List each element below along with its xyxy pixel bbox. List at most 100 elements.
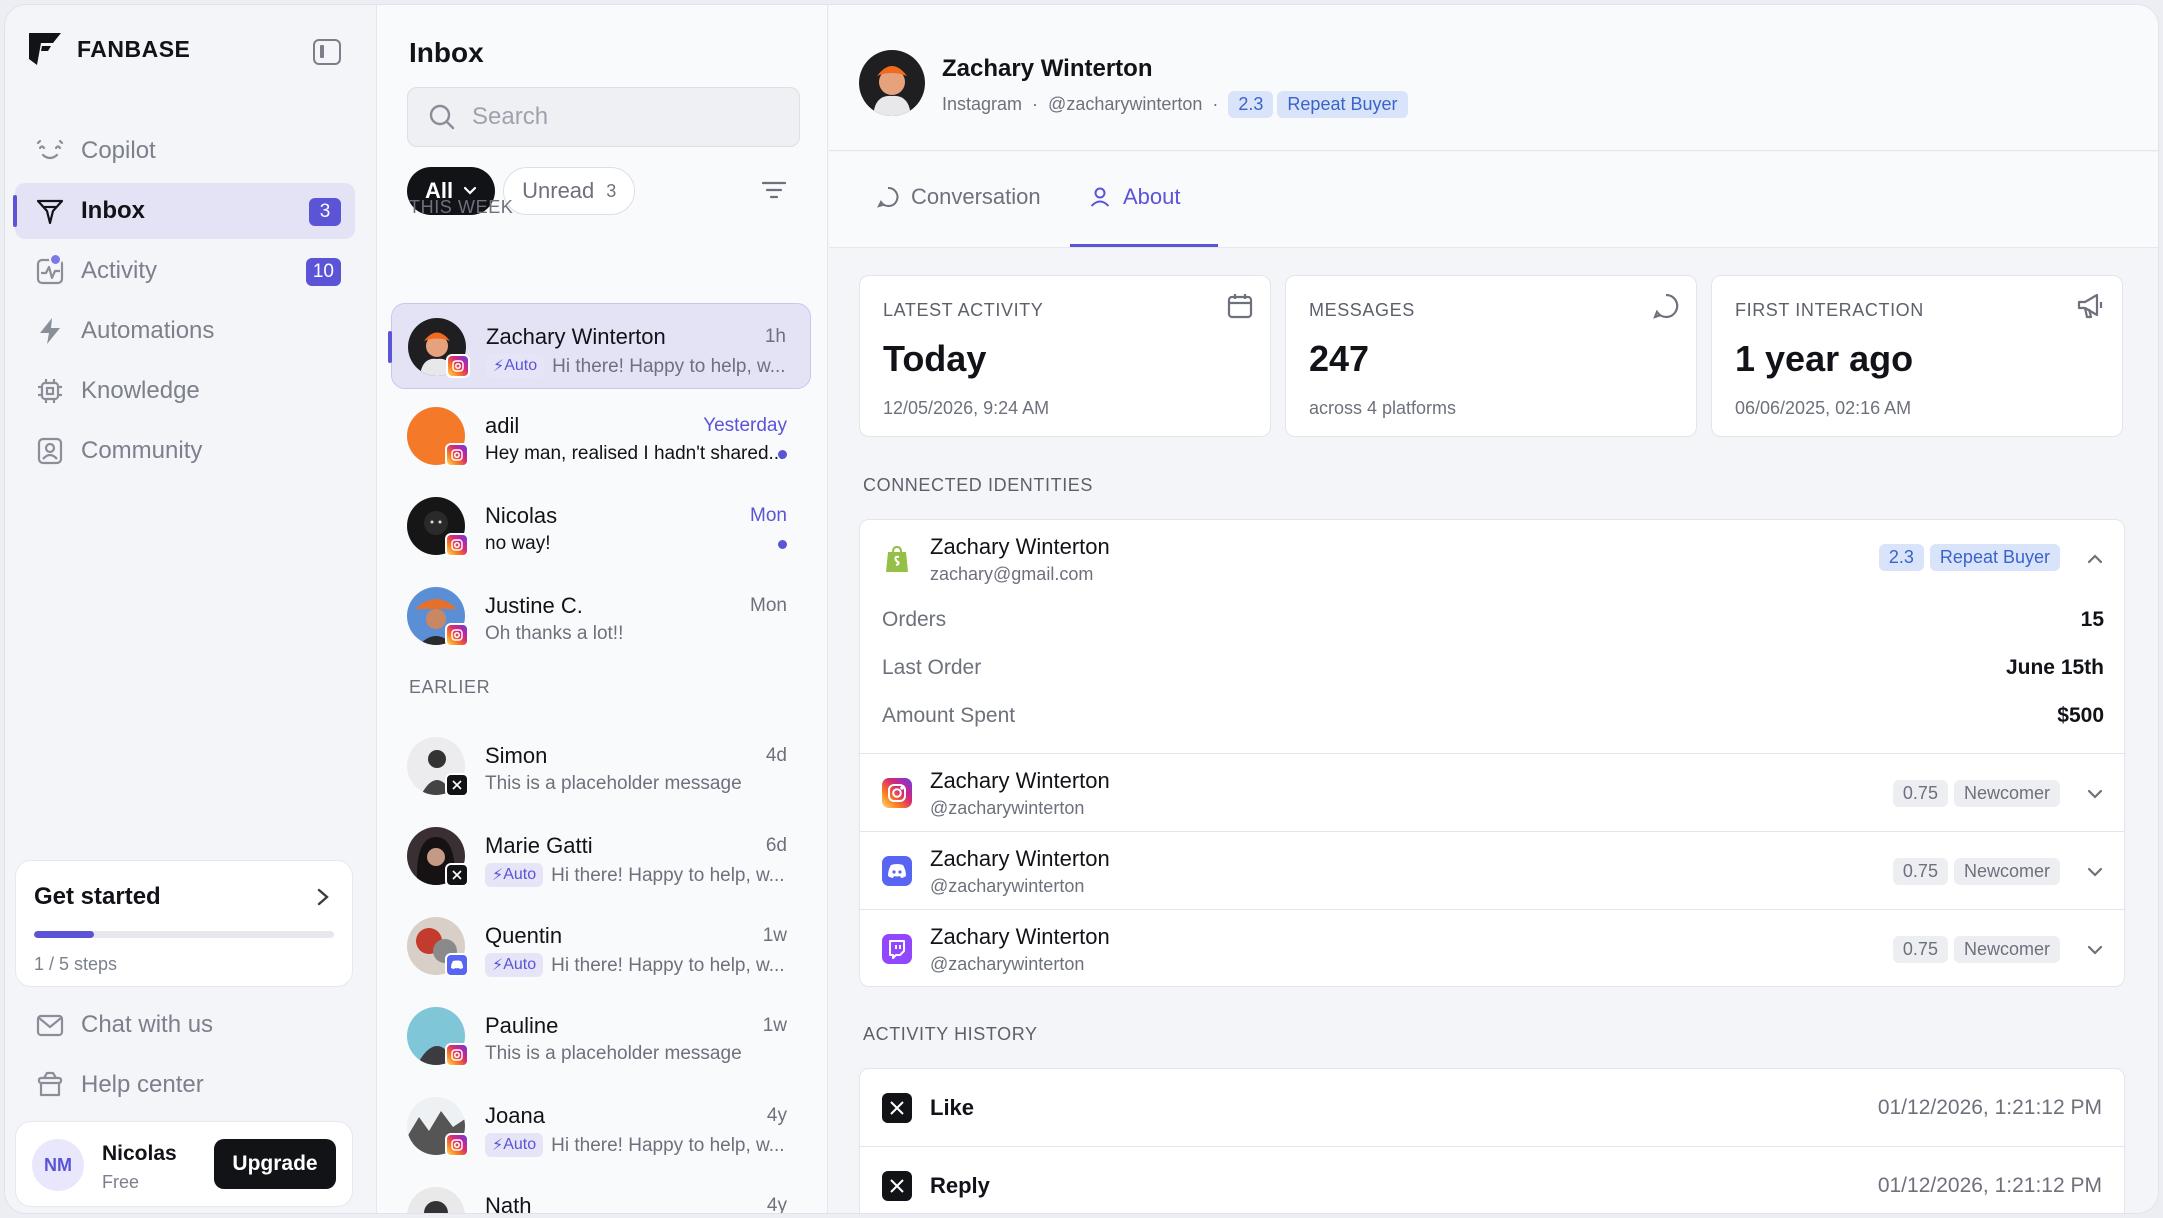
conversation-preview: This is a placeholder message [485,1043,795,1065]
history-row[interactable]: Reply 01/12/2026, 1:21:12 PM [860,1147,2124,1213]
chevron-down-icon[interactable] [2086,944,2104,956]
nav-item-copilot[interactable]: Copilot [15,123,355,179]
conversation-item[interactable]: Nicolas Mon no way! [391,483,811,569]
conversation-item[interactable]: Simon 4d This is a placeholder message [391,723,811,809]
conversation-time: Mon [750,595,787,616]
tab-conversation[interactable]: Conversation [877,184,1041,210]
instagram-badge-icon [445,1133,469,1157]
conversation-preview: ⚡ Auto Hi there! Happy to help, w... [485,863,795,887]
conversation-item[interactable]: Nath 4y [391,1173,811,1213]
instagram-icon [882,778,912,808]
contact-name: Zachary Winterton [942,55,1153,82]
discord-icon [882,856,912,886]
conversation-time: Yesterday [703,415,787,436]
identity-name: Zachary Winterton [930,534,1110,559]
nav-item-knowledge[interactable]: Knowledge [15,363,355,419]
conversation-item[interactable]: Marie Gatti 6d ⚡ Auto Hi there! Happy to he… [391,813,811,899]
conversation-item[interactable]: Quentin 1w ⚡ Auto Hi there! Happy to help, … [391,903,811,989]
filter-icon[interactable] [761,179,787,201]
stat-card-latest-activity: LATEST ACTIVITY Today 12/05/2026, 9:24 A… [859,275,1271,437]
inbox-icon [36,199,64,225]
collapse-sidebar-icon[interactable] [313,39,341,65]
inbox-title: Inbox [409,37,484,68]
conversation-item[interactable]: adil Yesterday Hey man, realised I hadn't … [391,393,811,479]
chevron-down-icon[interactable] [2086,866,2104,878]
nav-item-automations[interactable]: Automations [15,303,355,359]
detail-row-orders: Orders 15 [882,608,2104,632]
activity-history-list: Like 01/12/2026, 1:21:12 PM Reply 01/12/… [859,1068,2125,1213]
nav-label: Community [81,437,203,464]
preview-text: Hey man, realised I hadn't shared... [485,443,785,464]
identity-discord[interactable]: Zachary Winterton @zacharywinterton 0.75… [860,832,2124,910]
history-time: 01/12/2026, 1:21:12 PM [1877,1174,2102,1197]
identity-name: Zachary Winterton [930,846,1110,871]
nav-item-activity[interactable]: Activity 10 [15,243,355,299]
identity-handle: @zacharywinterton [930,798,1085,818]
nav-item-chat-with-us[interactable]: Chat with us [15,997,355,1053]
chat-bubble-icon [1653,293,1679,319]
conversation-name: Quentin [485,923,563,948]
identity-segment-badge: Newcomer [1953,780,2060,807]
conversation-item[interactable]: Joana 4y ⚡ Auto Hi there! Happy to help, w.… [391,1083,811,1169]
nav-item-inbox[interactable]: Inbox 3 [13,183,355,239]
contact-segment-badge: Repeat Buyer [1277,91,1408,118]
instagram-badge-icon [445,1043,469,1067]
connected-identities-list: Zachary Winterton zachary@gmail.com 2.3 … [859,519,2125,987]
separator-dot: · [1032,94,1039,114]
history-row[interactable]: Like 01/12/2026, 1:21:12 PM [860,1069,2124,1147]
nav-item-help-center[interactable]: Help center [15,1057,355,1113]
search-box[interactable] [407,87,800,147]
chevron-up-icon[interactable] [2086,552,2104,564]
identity-handle: zachary@gmail.com [930,564,1094,584]
identity-handle: @zacharywinterton [930,954,1085,974]
nav-item-community[interactable]: Community [15,423,355,479]
identity-twitch[interactable]: Zachary Winterton @zacharywinterton 0.75… [860,910,2124,986]
conversation-name: Simon [485,743,548,768]
nav-label: Copilot [81,137,156,164]
conversation-name: Joana [485,1103,545,1128]
unread-dot-indicator [778,540,787,549]
auto-label: Auto [503,866,537,883]
preview-text: no way! [485,533,551,554]
filter-unread-chip[interactable]: Unread 3 [503,167,636,215]
identity-badges: 0.75 Newcomer [1892,858,2060,885]
instagram-badge-icon [445,443,469,467]
lightning-icon [40,318,60,344]
stat-sub: 06/06/2025, 02:16 AM [1735,398,1912,418]
get-started-card[interactable]: Get started 1 / 5 steps [15,860,353,987]
upgrade-button[interactable]: Upgrade [214,1139,336,1189]
brand[interactable]: FANBASE [27,31,190,67]
help-icon [37,1071,63,1097]
identity-shopify[interactable]: Zachary Winterton zachary@gmail.com 2.3 … [860,520,2124,754]
search-input[interactable] [472,103,772,131]
chevron-down-icon [464,186,477,195]
identity-instagram[interactable]: Zachary Winterton @zacharywinterton 0.75… [860,754,2124,832]
detail-row-amount-spent: Amount Spent $500 [882,704,2104,728]
auto-label: Auto [503,1136,537,1153]
history-label: Like [930,1095,975,1120]
conversation-item[interactable]: Zachary Winterton 1h ⚡ Auto Hi there! Happy… [388,303,811,389]
x-badge-icon [445,863,469,887]
get-started-title: Get started [34,883,161,910]
tab-about[interactable]: About [1089,184,1181,210]
contact-header: Zachary Winterton Instagram · @zacharywi… [829,5,2158,151]
brand-name: FANBASE [77,35,191,62]
conversation-item[interactable]: Pauline 1w This is a placeholder message [391,993,811,1079]
chevron-down-icon[interactable] [2086,788,2104,800]
history-time: 01/12/2026, 1:21:12 PM [1877,1096,2102,1119]
identity-handle: @zacharywinterton [930,876,1085,896]
conversation-item[interactable]: Justine C. Mon Oh thanks a lot!! [391,573,811,659]
shopify-icon [882,544,912,574]
conversation-preview: no way! [485,533,795,555]
copilot-icon [36,139,64,160]
user-avatar[interactable]: NM [32,1139,84,1191]
stat-sub: across 4 platforms [1309,398,1457,418]
nav-label: Activity [81,257,158,284]
inbox-panel: Inbox All Unread 3 THIS WEEK EARLIER Zac… [376,5,828,1213]
conversation-preview: This is a placeholder message [485,773,795,795]
preview-text: This is a placeholder message [485,773,742,794]
identity-segment-badge: Repeat Buyer [1929,544,2060,571]
contact-avatar[interactable] [859,50,925,116]
discord-badge-icon [445,953,469,977]
contact-avatar [407,1187,465,1213]
